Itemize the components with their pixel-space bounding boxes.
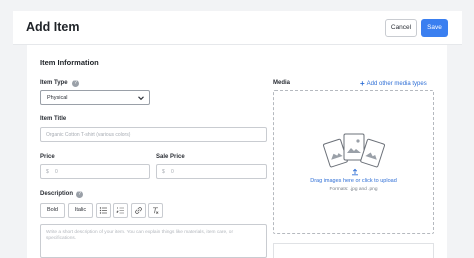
sale-price-input[interactable]: $ 0	[156, 164, 267, 179]
numbered-list-icon	[116, 207, 124, 214]
item-type-label: Item Type	[40, 80, 68, 86]
clear-formatting-icon	[153, 207, 159, 214]
media-label: Media	[273, 80, 291, 86]
plus-icon: +	[360, 79, 365, 88]
sale-price-currency: $	[162, 169, 165, 175]
sale-price-label: Sale Price	[156, 154, 185, 160]
section-title: Item Information	[40, 58, 99, 67]
numbered-list-button[interactable]	[113, 203, 128, 218]
chevron-down-icon	[138, 96, 144, 101]
price-label: Price	[40, 154, 55, 160]
link-button[interactable]	[131, 203, 146, 218]
italic-button[interactable]: Italic	[68, 203, 93, 218]
description-label: Description	[40, 191, 74, 197]
item-type-select[interactable]: Physical	[40, 90, 150, 105]
bulleted-list-icon	[99, 207, 107, 214]
page-header: Add Item Cancel Save	[13, 11, 462, 45]
media-dropzone[interactable]: Drag images here or click to upload Form…	[273, 90, 434, 234]
add-media-link[interactable]: + Add other media types	[360, 79, 427, 88]
save-button[interactable]: Save	[421, 19, 448, 37]
sale-price-placeholder: 0	[171, 169, 174, 175]
description-textarea[interactable]: Write a short description of your item. …	[40, 224, 267, 258]
price-input[interactable]: $ 0	[40, 164, 150, 179]
clear-formatting-button[interactable]	[148, 203, 163, 218]
help-icon[interactable]: ?	[76, 191, 83, 198]
help-icon[interactable]: ?	[72, 80, 79, 87]
bold-button[interactable]: Bold	[40, 203, 65, 218]
item-title-input[interactable]: Organic Cotton T-shirt (various colors)	[40, 127, 267, 142]
link-icon	[135, 207, 142, 214]
price-placeholder: 0	[55, 169, 58, 175]
upload-instructions: Drag images here or click to upload	[310, 178, 397, 184]
secondary-panel	[273, 243, 434, 258]
upload-icon	[352, 168, 358, 176]
cancel-button[interactable]: Cancel	[385, 19, 417, 37]
upload-formats: Formats: .jpg and .png	[329, 187, 378, 192]
description-placeholder: Write a short description of your item. …	[46, 230, 234, 241]
item-type-value: Physical	[47, 95, 68, 101]
page-title: Add Item	[26, 20, 80, 34]
item-form-card: Item Information Item Type ? Physical It…	[27, 45, 447, 258]
add-media-label: Add other media types	[366, 81, 427, 87]
price-currency: $	[46, 169, 49, 175]
bulleted-list-button[interactable]	[96, 203, 111, 218]
item-title-label: Item Title	[40, 116, 67, 122]
item-title-placeholder: Organic Cotton T-shirt (various colors)	[46, 132, 131, 138]
